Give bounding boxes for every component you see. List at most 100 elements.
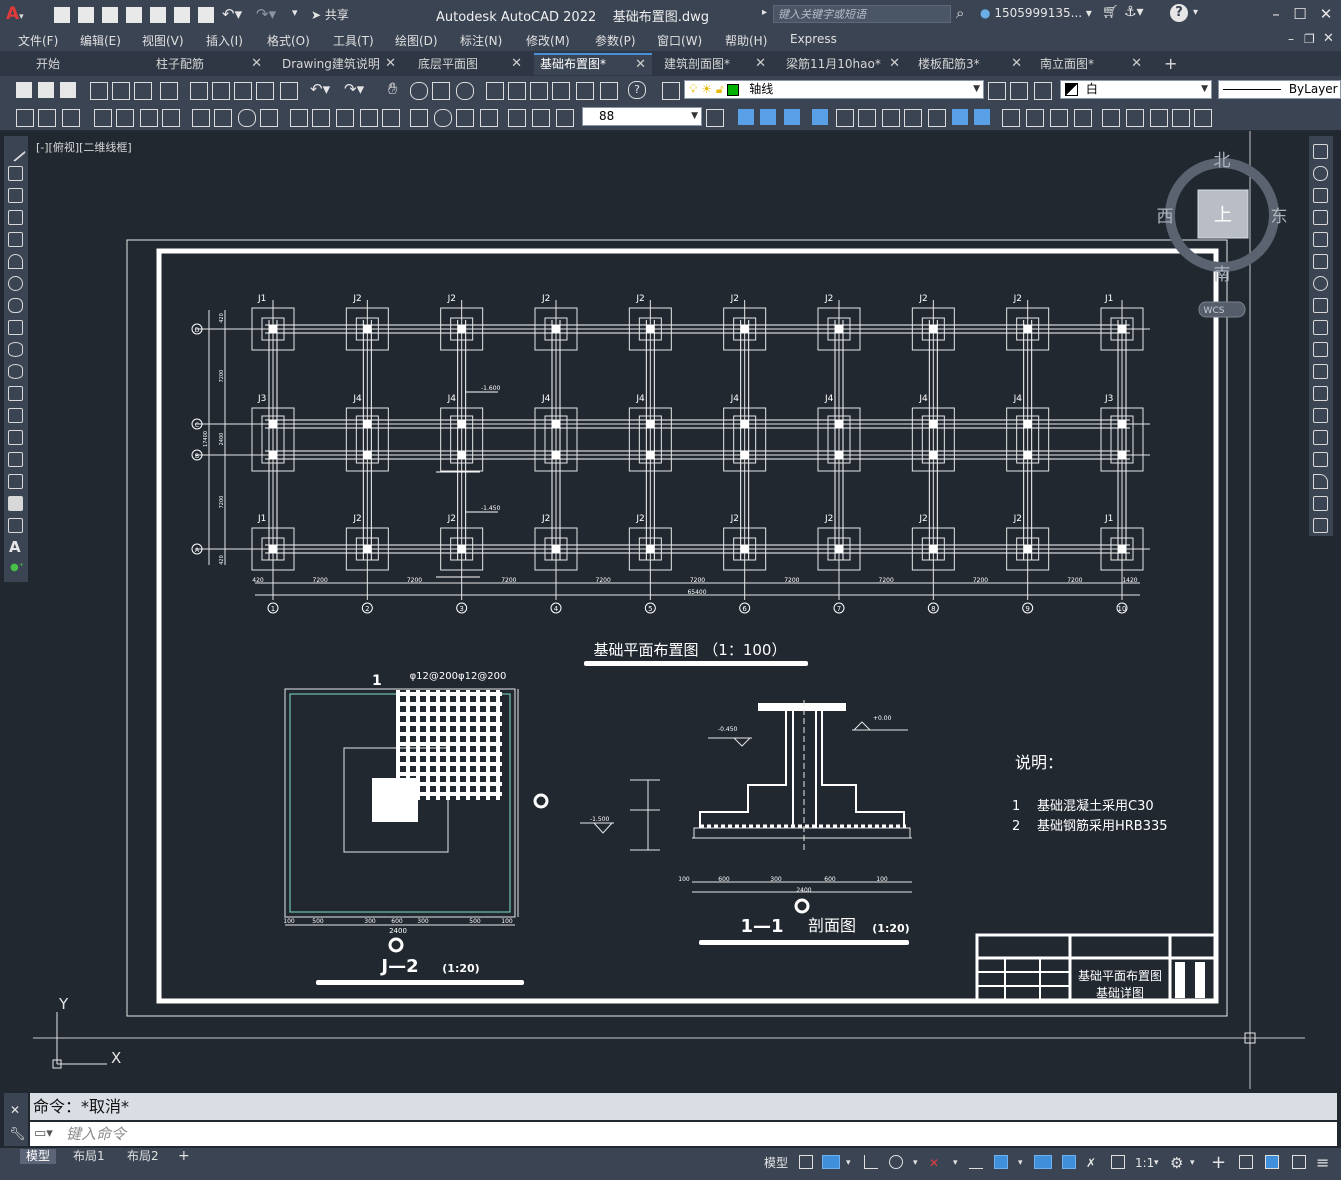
tool-palettes-icon[interactable] (530, 82, 548, 100)
isolate-objects-icon[interactable] (1239, 1155, 1253, 1169)
inspection-icon[interactable] (456, 109, 474, 127)
help-icon[interactable]: ? (628, 81, 646, 99)
share-file-icon[interactable] (174, 7, 190, 23)
snap-dropdown-icon[interactable]: ▾ (846, 1154, 851, 1172)
zoom-window-icon[interactable] (432, 82, 450, 100)
ordinate-dimension-icon[interactable] (162, 109, 180, 127)
search-arrow-icon[interactable]: ▸ (762, 7, 767, 18)
move-icon[interactable] (1313, 254, 1328, 269)
object-snap-tracking-icon[interactable] (969, 1155, 983, 1169)
linear-dimension-icon[interactable] (94, 109, 112, 127)
cut-icon[interactable] (190, 82, 208, 100)
baseline-dimension-icon[interactable] (312, 109, 330, 127)
publish-icon[interactable] (134, 82, 152, 100)
properties-icon[interactable] (486, 82, 504, 100)
help-dropdown-icon[interactable]: ▾ (1193, 7, 1198, 18)
layer-dropdown[interactable]: 💡︎ ☀ 🔓︎ 轴线 ▼ (684, 80, 984, 99)
revision-cloud-icon[interactable] (8, 298, 23, 313)
layer-state-icon[interactable] (1034, 82, 1052, 100)
blend-curves-icon[interactable] (1313, 496, 1328, 511)
jogged-linear-icon[interactable] (480, 109, 498, 127)
undo-icon[interactable]: ↶▾ (222, 5, 242, 23)
customization-icon[interactable]: ≡ (1316, 1154, 1329, 1172)
table-icon[interactable] (8, 518, 23, 533)
close-button[interactable]: ✕ (1316, 4, 1336, 24)
angular-dimension-icon[interactable] (260, 109, 278, 127)
quick-dimension-icon[interactable] (290, 109, 308, 127)
sheet-set-icon[interactable] (552, 82, 570, 100)
erase-icon[interactable] (1313, 144, 1328, 159)
menu-insert[interactable]: 插入(I) (206, 32, 243, 49)
copy-icon[interactable] (1313, 166, 1328, 181)
text-style-icon[interactable] (38, 109, 56, 127)
menu-modify[interactable]: 修改(M) (526, 32, 570, 49)
dimension-scale-dropdown[interactable]: 88 ▼ (582, 107, 702, 126)
3d-print-icon[interactable] (160, 82, 178, 100)
share-button[interactable]: ➤ 共享 (311, 6, 349, 23)
join-icon[interactable] (1313, 430, 1328, 445)
open-icon[interactable] (38, 82, 54, 98)
plot-icon[interactable] (90, 82, 108, 100)
snap-icon[interactable] (822, 1155, 840, 1169)
array-icon[interactable] (812, 109, 828, 125)
search-icon[interactable]: ⌕ (956, 4, 964, 22)
ellipse-arc-icon[interactable] (8, 364, 23, 379)
layer-previous-icon[interactable] (1010, 82, 1028, 100)
paste-icon[interactable] (234, 82, 252, 100)
add-selected-icon[interactable]: ●⁺ (10, 562, 24, 573)
match-properties-icon[interactable] (256, 82, 274, 100)
tab-drawing-arch-notes[interactable]: Drawing建筑说明 ✕ (276, 53, 402, 75)
tab-close-icon[interactable]: ✕ (511, 53, 522, 75)
rectangle-icon[interactable] (8, 232, 23, 247)
new-file-icon[interactable] (54, 7, 70, 23)
add-layout-button[interactable]: + (178, 1148, 190, 1164)
tab-close-icon[interactable]: ✕ (1131, 53, 1142, 75)
print-icon[interactable] (198, 7, 214, 23)
insert-block-icon[interactable] (8, 386, 23, 401)
calculator-icon[interactable] (600, 82, 618, 100)
doc-restore-icon[interactable]: ❐ (1304, 32, 1315, 46)
dimension-update-icon[interactable] (556, 109, 574, 127)
osnap-dropdown-icon[interactable]: ▾ (1018, 1154, 1023, 1172)
draworder-below-icon[interactable] (1172, 109, 1190, 127)
break-at-point-icon[interactable] (1313, 386, 1328, 401)
doc-close-icon[interactable]: ✕ (1323, 31, 1334, 46)
markup-icon[interactable] (576, 82, 594, 100)
construction-line-icon[interactable] (8, 166, 23, 181)
gradient-icon[interactable] (8, 474, 23, 489)
circle-icon[interactable] (8, 276, 23, 291)
dimension-break-icon[interactable] (382, 109, 400, 127)
tab-foundation-layout[interactable]: 基础布置图* ✕ (534, 53, 652, 75)
join-icon[interactable] (1002, 109, 1020, 127)
maximize-button[interactable]: ☐ (1290, 4, 1310, 24)
trim-icon[interactable] (928, 109, 946, 127)
array-icon[interactable] (1313, 232, 1328, 247)
tab-column-rebar[interactable]: 柱子配筋 ✕ (150, 53, 268, 75)
zoom-realtime-icon[interactable] (410, 82, 428, 100)
tab-close-icon[interactable]: ✕ (251, 53, 262, 75)
tab-close-icon[interactable]: ✕ (755, 53, 766, 75)
polar-tracking-icon[interactable] (889, 1155, 903, 1169)
model-space-button[interactable]: 模型 (764, 1154, 788, 1172)
menu-window[interactable]: 窗口(W) (657, 32, 702, 49)
break-icon[interactable] (1313, 408, 1328, 423)
layer-properties-icon[interactable] (662, 82, 680, 100)
break-icon[interactable] (974, 109, 990, 125)
chamfer-icon[interactable] (1313, 452, 1328, 467)
linetype-dropdown[interactable]: ByLayer (1218, 80, 1341, 99)
layout-tab-model[interactable]: 模型 (20, 1149, 57, 1164)
radius-dimension-icon[interactable] (192, 109, 210, 127)
new-tab-button[interactable]: + (1164, 54, 1177, 73)
offset-icon[interactable] (784, 109, 800, 125)
tab-close-icon[interactable]: ✕ (385, 53, 396, 75)
tab-south-elevation[interactable]: 南立面图* ✕ (1034, 53, 1148, 75)
compass-west[interactable]: 西 (1157, 207, 1174, 227)
text-to-front-icon[interactable] (1194, 109, 1212, 127)
explode-icon[interactable] (1074, 109, 1092, 127)
compass-south[interactable]: 南 (1214, 265, 1231, 285)
offset-icon[interactable] (1313, 210, 1328, 225)
scale-dropdown-icon[interactable]: ▾ (1154, 1154, 1159, 1172)
annotation-visibility-icon[interactable] (1062, 1155, 1076, 1169)
color-dropdown[interactable]: 白 ▼ (1060, 80, 1212, 99)
scale-icon[interactable] (1313, 298, 1328, 313)
